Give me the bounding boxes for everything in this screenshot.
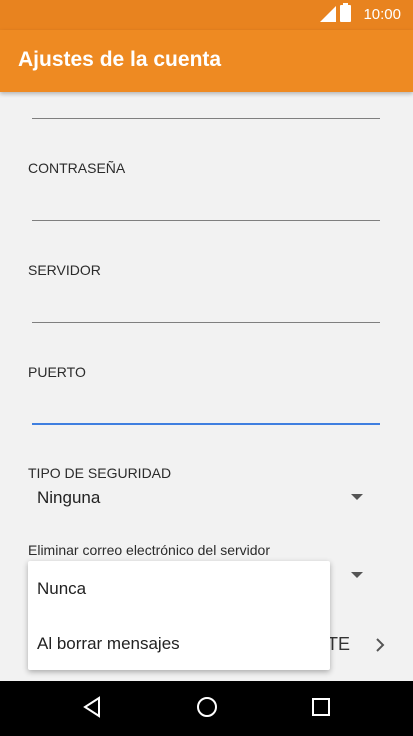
chevron-right-icon[interactable]	[374, 636, 386, 654]
next-button[interactable]: TE	[327, 634, 350, 655]
username-field[interactable]	[32, 118, 380, 119]
delete-option-dropdown: Nunca Al borrar mensajes	[28, 561, 330, 670]
dropdown-arrow-icon[interactable]	[351, 572, 363, 578]
security-type-select[interactable]: Ninguna	[37, 488, 100, 508]
server-label: SERVIDOR	[28, 262, 101, 278]
signal-icon	[320, 6, 336, 22]
port-label: PUERTO	[28, 364, 86, 380]
server-field[interactable]	[32, 322, 380, 323]
security-type-label: TIPO DE SEGURIDAD	[28, 465, 172, 481]
status-time: 10:00	[363, 6, 401, 23]
home-icon[interactable]	[195, 695, 219, 719]
battery-icon	[340, 3, 351, 22]
option-on-delete[interactable]: Al borrar mensajes	[37, 634, 180, 654]
option-never[interactable]: Nunca	[37, 579, 86, 599]
password-label: CONTRASEÑA	[28, 160, 126, 176]
password-field[interactable]	[32, 220, 380, 221]
back-icon[interactable]	[82, 695, 102, 719]
navigation-bar	[0, 681, 413, 736]
app-bar: Ajustes de la cuenta	[0, 30, 413, 92]
recents-icon[interactable]	[310, 695, 332, 719]
delete-from-server-label: Eliminar correo electrónico del servidor	[28, 542, 270, 558]
port-field[interactable]	[32, 423, 380, 425]
page-title: Ajustes de la cuenta	[18, 48, 222, 71]
status-bar: 10:00	[0, 0, 413, 30]
dropdown-arrow-icon[interactable]	[351, 494, 363, 500]
